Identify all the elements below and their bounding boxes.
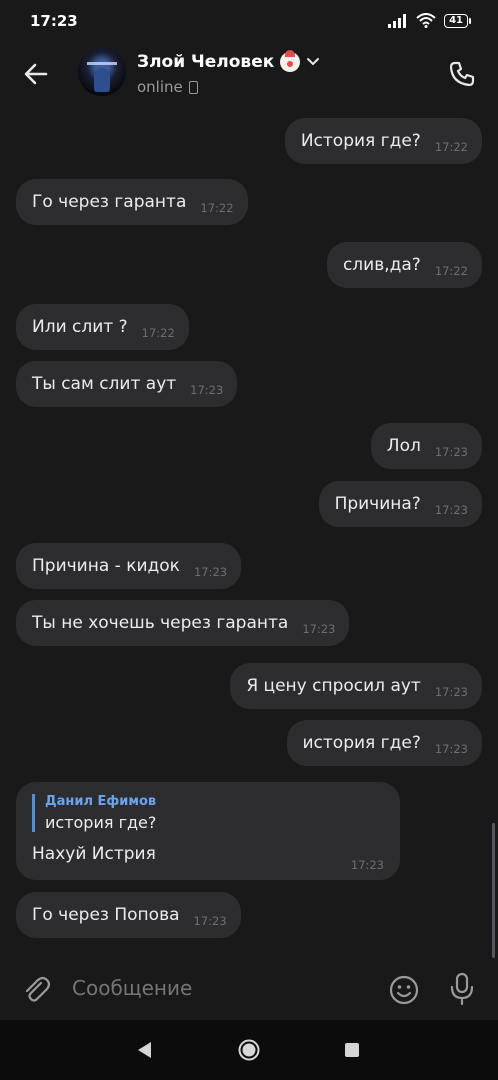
message-bubble-incoming[interactable]: Ты сам слит аут 17:23 bbox=[16, 361, 238, 407]
mobile-device-icon bbox=[188, 80, 198, 94]
composer bbox=[0, 958, 498, 1020]
status-bar: 17:23 41 bbox=[0, 0, 498, 44]
message-bubble-outgoing[interactable]: история где? 17:23 bbox=[286, 720, 482, 766]
nav-back-icon[interactable] bbox=[136, 1041, 152, 1059]
nav-home-icon[interactable] bbox=[238, 1039, 260, 1061]
message-bubble-incoming[interactable]: Ты не хочешь через гаранта 17:23 bbox=[16, 600, 350, 646]
signal-icon bbox=[388, 13, 407, 28]
status-icons: 41 bbox=[388, 13, 471, 28]
chevron-down-icon bbox=[307, 58, 320, 66]
online-status: online bbox=[137, 78, 183, 96]
message-bubble-outgoing[interactable]: История где? 17:22 bbox=[284, 118, 482, 164]
message-bubble-incoming[interactable]: Причина - кидок 17:23 bbox=[16, 543, 242, 589]
chat-title: Злой Человек bbox=[137, 52, 275, 72]
message-bubble-incoming[interactable]: Го через гаранта 17:22 bbox=[16, 179, 248, 225]
message-bubble-outgoing[interactable]: Лол 17:23 bbox=[370, 423, 482, 469]
reply-quote[interactable]: Данил Ефимов история где? bbox=[32, 794, 384, 832]
chat-title-row[interactable]: Злой Человек bbox=[137, 50, 320, 72]
smiley-icon[interactable] bbox=[388, 974, 420, 1006]
message-bubble-outgoing[interactable]: Я цену спросил аут 17:23 bbox=[230, 663, 482, 709]
message-input[interactable] bbox=[72, 976, 372, 1000]
scrollbar[interactable] bbox=[492, 823, 495, 958]
wifi-icon bbox=[416, 13, 436, 28]
message-bubble-reply[interactable]: Данил Ефимов история где? Нахуй Истрия 1… bbox=[16, 782, 400, 880]
avatar[interactable] bbox=[78, 48, 126, 96]
system-navigation-bar bbox=[0, 1020, 498, 1080]
phone-icon[interactable] bbox=[446, 58, 478, 90]
message-bubble-incoming[interactable]: Го через Попова 17:23 bbox=[16, 892, 241, 938]
arrow-left-icon[interactable] bbox=[22, 60, 50, 88]
reply-author: Данил Ефимов bbox=[45, 794, 157, 809]
message-time: 17:23 bbox=[350, 858, 384, 872]
chat-status-row: online bbox=[137, 78, 198, 96]
paperclip-icon[interactable] bbox=[20, 974, 52, 1006]
status-time: 17:23 bbox=[30, 12, 78, 30]
reply-message-text: Нахуй Истрия bbox=[32, 844, 156, 864]
message-list[interactable]: История где? 17:22 Го через гаранта 17:22 … bbox=[0, 108, 498, 958]
message-bubble-outgoing[interactable]: слив,да? 17:22 bbox=[326, 242, 482, 288]
reply-quoted-text: история где? bbox=[45, 813, 157, 832]
message-bubble-outgoing[interactable]: Причина? 17:23 bbox=[318, 481, 482, 527]
chat-header: Злой Человек online bbox=[0, 44, 498, 108]
clown-emoji-icon bbox=[280, 50, 301, 72]
message-bubble-incoming[interactable]: Или слит ? 17:22 bbox=[16, 304, 189, 350]
microphone-icon[interactable] bbox=[448, 972, 476, 1006]
nav-recents-icon[interactable] bbox=[345, 1043, 359, 1057]
battery-indicator: 41 bbox=[444, 13, 471, 28]
